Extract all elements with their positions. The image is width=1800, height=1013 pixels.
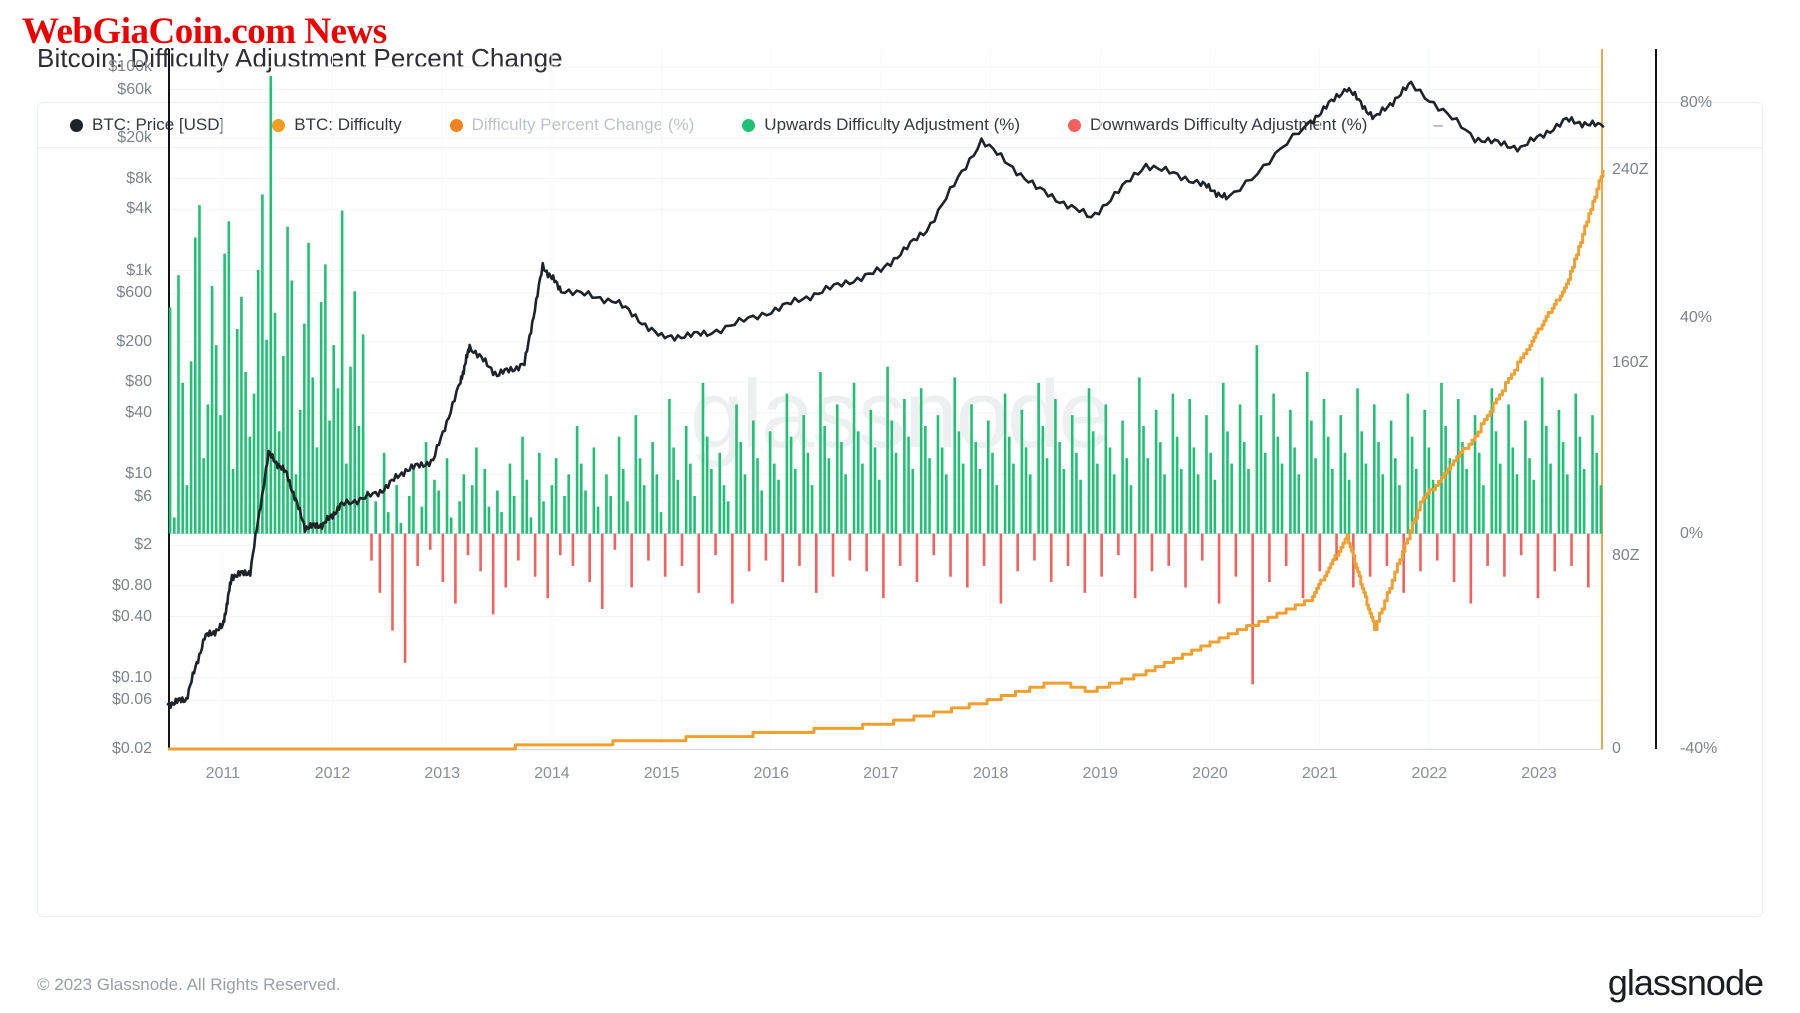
y-left-tick: $60k xyxy=(117,80,152,98)
copyright-text: © 2023 Glassnode. All Rights Reserved. xyxy=(37,975,341,994)
chart-page: Bitcoin: Difficulty Adjustment Percent C… xyxy=(0,0,1800,1013)
glassnode-logo: glassnode xyxy=(1607,962,1764,1003)
right-axis-line xyxy=(1655,49,1657,749)
chart-series xyxy=(166,75,1605,751)
legend-dot-icon xyxy=(70,118,83,132)
news-watermark: WebGiaCoin.com News xyxy=(22,11,387,52)
